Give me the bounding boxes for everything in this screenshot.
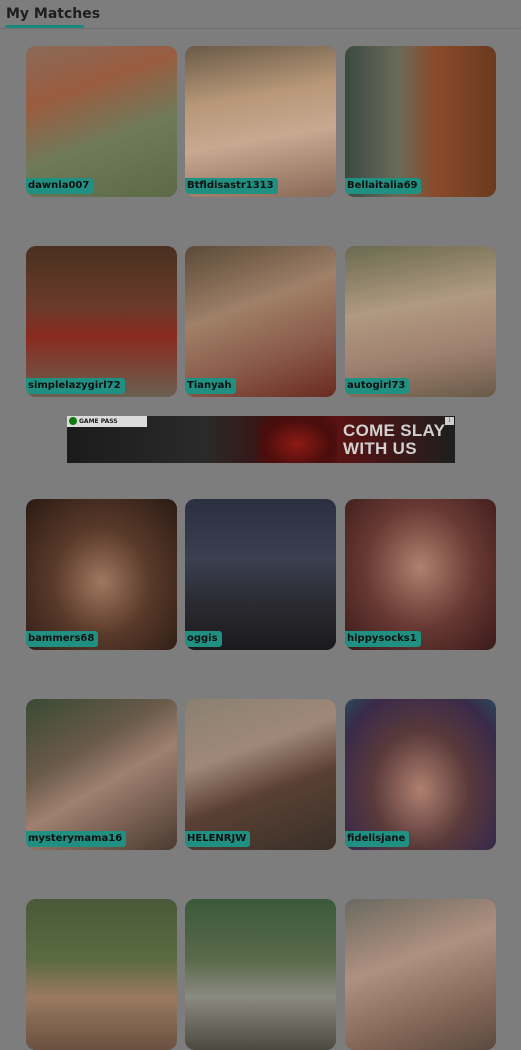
match-card[interactable]: [185, 899, 336, 1050]
match-username: Btfldisastr1313: [185, 178, 278, 194]
match-card[interactable]: Tianyah: [185, 246, 336, 397]
page-header: My Matches: [0, 0, 521, 30]
match-username: HELENRJW: [185, 831, 251, 847]
profile-photo: [26, 499, 177, 650]
profile-photo: [185, 699, 336, 850]
match-username: dawnla007: [26, 178, 94, 194]
ad-artwork: [257, 416, 337, 463]
profile-photo: [185, 246, 336, 397]
match-card[interactable]: HELENRJW: [185, 699, 336, 850]
game-pass-label: GAME PASS: [79, 418, 118, 425]
match-card[interactable]: oggis: [185, 499, 336, 650]
profile-photo: [26, 46, 177, 197]
match-username: bammers68: [26, 631, 99, 647]
ad-banner[interactable]: GAME PASS i COME SLAY WITH US: [67, 416, 455, 463]
match-card[interactable]: simplelazygirl72: [26, 246, 177, 397]
match-username: oggis: [185, 631, 222, 647]
match-username: fidelisjane: [345, 831, 410, 847]
profile-photo: [345, 499, 496, 650]
game-pass-badge: GAME PASS: [67, 416, 147, 427]
page-title: My Matches: [6, 6, 101, 22]
profile-photo: [345, 46, 496, 197]
match-username: hippysocks1: [345, 631, 421, 647]
match-card[interactable]: hippysocks1: [345, 499, 496, 650]
ad-headline-line1: COME SLAY: [343, 421, 446, 440]
profile-photo: [26, 899, 177, 1050]
match-card[interactable]: dawnla007: [26, 46, 177, 197]
match-card[interactable]: Btfldisastr1313: [185, 46, 336, 197]
profile-photo: [26, 699, 177, 850]
match-card[interactable]: bammers68: [26, 499, 177, 650]
profile-photo: [185, 46, 336, 197]
match-username: autogirl73: [345, 378, 410, 394]
profile-photo: [185, 499, 336, 650]
match-username: simplelazygirl72: [26, 378, 125, 394]
match-card[interactable]: Bellaitalia69: [345, 46, 496, 197]
profile-photo: [345, 899, 496, 1050]
profile-photo: [26, 246, 177, 397]
header-divider: [0, 28, 521, 29]
match-card[interactable]: mysterymama16: [26, 699, 177, 850]
profile-photo: [345, 699, 496, 850]
ad-headline: COME SLAY WITH US: [343, 422, 453, 458]
match-card[interactable]: fidelisjane: [345, 699, 496, 850]
ad-headline-line2: WITH US: [343, 439, 417, 458]
match-card[interactable]: autogirl73: [345, 246, 496, 397]
profile-photo: [345, 246, 496, 397]
match-username: Bellaitalia69: [345, 178, 422, 194]
match-username: Tianyah: [185, 378, 236, 394]
match-card[interactable]: [26, 899, 177, 1050]
xbox-logo-icon: [69, 417, 77, 425]
match-card[interactable]: [345, 899, 496, 1050]
match-username: mysterymama16: [26, 831, 127, 847]
profile-photo: [185, 899, 336, 1050]
